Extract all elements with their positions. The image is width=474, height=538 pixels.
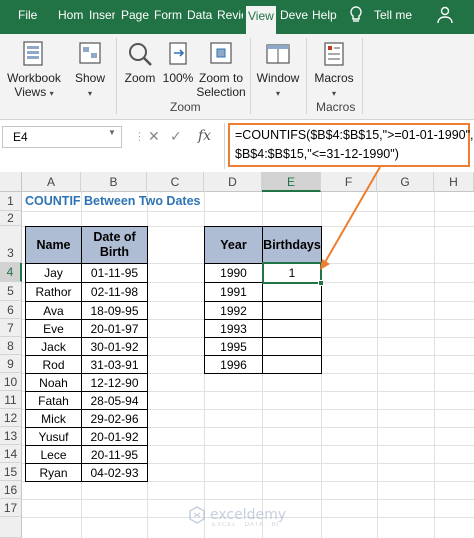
watermark-name: exceldemy xyxy=(210,507,287,523)
annotation-arrow xyxy=(320,166,381,270)
watermark-tagline: EXCEL · DATA · BI xyxy=(212,522,280,528)
exceldemy-logo-icon xyxy=(189,506,205,524)
